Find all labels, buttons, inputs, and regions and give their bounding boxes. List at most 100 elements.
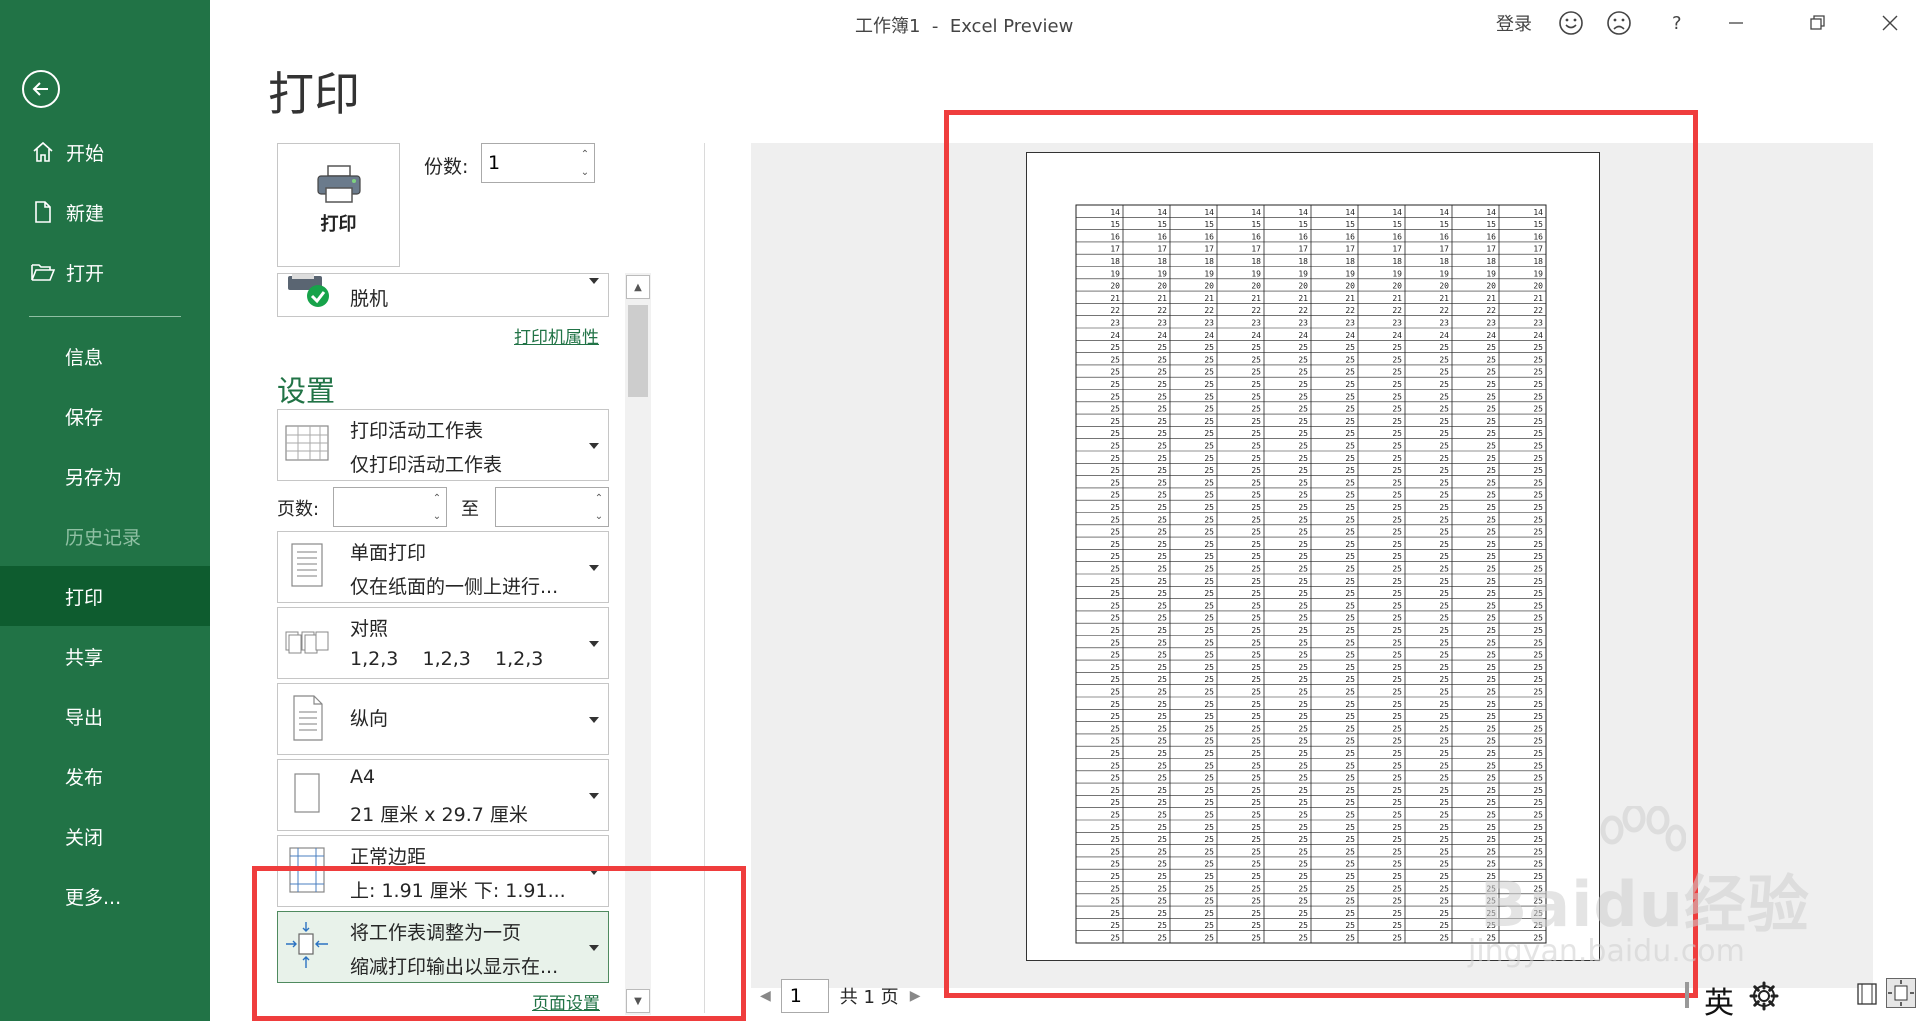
printer-properties-link[interactable]: 打印机属性 xyxy=(514,323,599,348)
portrait-icon xyxy=(293,695,323,741)
pages-to-label: 至 xyxy=(461,499,479,520)
page-navigator: ◀ 共 1 页 ▶ xyxy=(755,978,925,1014)
nav-item-label: 历史记录 xyxy=(65,526,142,549)
restore-icon[interactable] xyxy=(1810,10,1826,36)
scroll-up-icon[interactable]: ▲ xyxy=(626,275,650,299)
sign-in-link[interactable]: 登录 xyxy=(1496,10,1532,36)
nav-item-label: 保存 xyxy=(65,406,104,429)
nav-item-label: 更多... xyxy=(65,886,122,909)
spin-down-icon[interactable]: ⌄ xyxy=(430,507,444,525)
collated-icon xyxy=(285,631,329,654)
spin-down-icon[interactable]: ⌄ xyxy=(578,163,592,181)
spin-up-icon[interactable]: ⌃ xyxy=(578,145,592,163)
scroll-thumb[interactable] xyxy=(628,305,648,397)
nav-item-label: 关闭 xyxy=(65,826,104,849)
current-page-input[interactable] xyxy=(780,979,829,1013)
copies-label: 份数: xyxy=(424,156,469,178)
backstage-nav: 开始 新建 打开 信息 保存 另存为 历史记录 打印 共享 导出 发布 关闭 更… xyxy=(0,0,210,1021)
chevron-down-icon xyxy=(589,565,599,571)
nav-item-open[interactable]: 打开 xyxy=(0,242,210,302)
chevron-down-icon xyxy=(589,793,599,799)
close-icon[interactable] xyxy=(1882,10,1898,36)
nav-item-print[interactable]: 打印 xyxy=(0,566,210,626)
dropdown-line1: 对照 xyxy=(350,618,389,640)
collate-dropdown[interactable]: 对照 1,2,3 1,2,3 1,2,3 xyxy=(277,607,609,679)
help-button[interactable]: ? xyxy=(1672,10,1682,36)
ime-handle-icon[interactable] xyxy=(1685,982,1689,1008)
new-document-icon xyxy=(28,200,58,224)
pages-label: 页数: xyxy=(277,499,320,520)
dropdown-line1: A4 xyxy=(350,766,376,788)
nav-item-save-as[interactable]: 另存为 xyxy=(0,446,210,506)
total-pages: 共 1 页 xyxy=(839,987,899,1008)
printer-ready-icon xyxy=(288,274,329,307)
orientation-dropdown[interactable]: 纵向 xyxy=(277,683,609,755)
dropdown-line2: 21 厘米 x 29.7 厘米 xyxy=(350,804,528,826)
nav-item-export[interactable]: 导出 xyxy=(0,686,210,746)
dropdown-line2: 仅在纸面的一侧上进行... xyxy=(350,576,559,598)
nav-item-share[interactable]: 共享 xyxy=(0,626,210,686)
page-title: 打印 xyxy=(268,67,360,121)
printer-dropdown[interactable]: 脱机 xyxy=(277,273,609,317)
smile-feedback-icon[interactable] xyxy=(1558,10,1584,36)
frown-feedback-icon[interactable] xyxy=(1606,10,1632,36)
back-arrow-icon xyxy=(32,82,48,96)
dropdown-line2: 1,2,3 1,2,3 1,2,3 xyxy=(350,648,544,670)
printer-name: 脱机 xyxy=(350,288,389,310)
copies-input[interactable] xyxy=(488,150,568,176)
window-title: 工作簿1 - Excel Preview xyxy=(855,16,1074,37)
worksheet-icon xyxy=(285,425,329,461)
minimize-icon[interactable] xyxy=(1728,10,1744,36)
title-bar: 工作簿1 - Excel Preview 登录 ? xyxy=(210,0,1920,46)
dropdown-line1: 纵向 xyxy=(350,708,389,730)
print-button-label: 打印 xyxy=(320,214,357,235)
zoom-to-page-icon[interactable] xyxy=(1886,978,1916,1008)
spin-down-icon[interactable]: ⌄ xyxy=(592,507,606,525)
settings-heading: 设置 xyxy=(277,374,336,408)
nav-item-publish[interactable]: 发布 xyxy=(0,746,210,806)
chevron-down-icon xyxy=(589,443,599,449)
paper-size-dropdown[interactable]: A4 21 厘米 x 29.7 厘米 xyxy=(277,759,609,831)
spin-up-icon[interactable]: ⌃ xyxy=(430,489,444,507)
nav-item-label: 导出 xyxy=(65,706,104,729)
nav-item-label: 发布 xyxy=(65,766,104,789)
nav-item-label: 另存为 xyxy=(65,466,123,489)
printer-icon xyxy=(317,165,361,203)
next-page-icon[interactable]: ▶ xyxy=(905,988,926,1004)
single-sided-icon xyxy=(291,543,323,587)
nav-item-label: 新建 xyxy=(66,202,105,225)
dropdown-line1: 单面打印 xyxy=(350,542,427,564)
nav-item-label: 开始 xyxy=(66,142,105,165)
nav-item-save[interactable]: 保存 xyxy=(0,386,210,446)
dropdown-line2: 仅打印活动工作表 xyxy=(350,454,503,476)
spin-up-icon[interactable]: ⌃ xyxy=(592,489,606,507)
show-margins-icon[interactable] xyxy=(1856,982,1878,1010)
sides-dropdown[interactable]: 单面打印 仅在纸面的一侧上进行... xyxy=(277,531,609,603)
nav-separator xyxy=(29,316,181,317)
nav-item-label: 信息 xyxy=(65,346,104,369)
nav-item-more[interactable]: 更多... xyxy=(0,866,210,926)
nav-item-history: 历史记录 xyxy=(0,506,210,566)
nav-item-info[interactable]: 信息 xyxy=(0,326,210,386)
chevron-down-icon xyxy=(589,278,599,284)
nav-item-home[interactable]: 开始 xyxy=(0,122,210,182)
ime-language-indicator[interactable]: 英 xyxy=(1704,978,1734,1021)
annotation-box-scaling xyxy=(252,866,746,1021)
nav-item-close[interactable]: 关闭 xyxy=(0,806,210,866)
dropdown-line1: 正常边距 xyxy=(350,846,427,868)
copies-stepper[interactable]: ⌃ ⌄ xyxy=(481,143,595,183)
annotation-box-preview xyxy=(944,110,1698,998)
chevron-down-icon xyxy=(589,641,599,647)
print-what-dropdown[interactable]: 打印活动工作表 仅打印活动工作表 xyxy=(277,409,609,481)
print-button[interactable]: 打印 xyxy=(277,143,400,267)
pages-from-stepper[interactable]: ⌃ ⌄ xyxy=(333,487,447,527)
nav-item-new[interactable]: 新建 xyxy=(0,182,210,242)
open-folder-icon xyxy=(28,261,58,283)
pages-to-stepper[interactable]: ⌃ ⌄ xyxy=(495,487,609,527)
gear-icon[interactable] xyxy=(1748,980,1780,1016)
nav-item-label: 共享 xyxy=(65,646,104,669)
back-button[interactable] xyxy=(22,70,60,108)
paper-size-icon xyxy=(294,773,320,813)
nav-item-label: 打印 xyxy=(65,586,104,609)
prev-page-icon[interactable]: ◀ xyxy=(755,988,776,1004)
